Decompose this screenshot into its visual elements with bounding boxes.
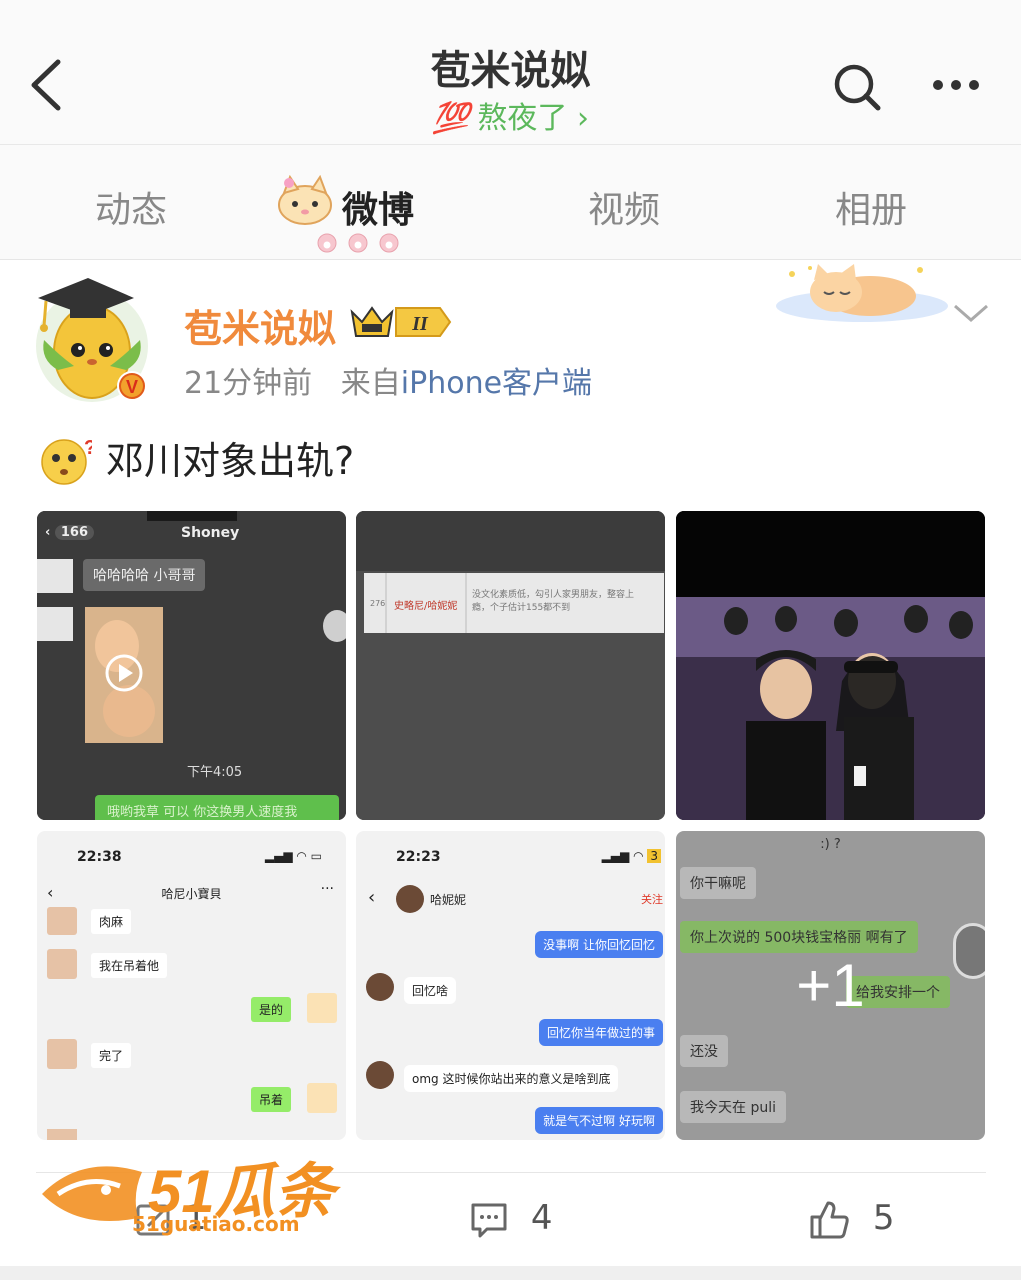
avatar	[47, 1039, 77, 1069]
more-images-count: +1	[796, 952, 865, 1019]
chat-back-count: ‹ 166	[45, 525, 95, 540]
svg-text:V: V	[126, 377, 138, 397]
status-icons: ▂▄▆ ◠ ▭	[264, 849, 322, 863]
post-image-3[interactable]	[676, 511, 985, 820]
nightclub-photo	[676, 511, 985, 820]
crown-level: II	[411, 313, 429, 335]
chat-bubble: 我在吊着他	[91, 953, 168, 978]
chat-bubble: 我今天在 puli	[680, 1091, 786, 1123]
watermark-url: 51guatiao.com	[132, 1212, 300, 1236]
cat-sticker-icon	[278, 175, 332, 225]
post-image-5[interactable]: 22:23 ▂▄▆ ◠ 3 ‹ 哈妮妮 关注 没事啊 让你回忆回忆 回忆啥 回忆…	[356, 831, 665, 1140]
crown-badge-icon: II	[350, 306, 452, 337]
chevron-down-icon[interactable]	[952, 300, 990, 326]
post-source[interactable]: iPhone客户端	[401, 366, 592, 401]
tab-video[interactable]: 视频	[588, 181, 660, 233]
post-text: ? 邓川对象出轨?	[40, 430, 354, 486]
svg-text:?: ?	[84, 437, 92, 459]
hundred-points-icon: 💯	[432, 101, 470, 136]
post-text-body: 邓川对象出轨?	[106, 439, 355, 483]
chat-bubble: 吊着	[251, 1087, 292, 1112]
like-button[interactable]: 5	[808, 1198, 894, 1242]
chat-bubble: omg 这时候你站出来的意义是啥到底	[404, 1065, 619, 1092]
chat-title: :) ?	[820, 837, 841, 852]
chevron-right-icon: ›	[576, 101, 589, 136]
avatar	[47, 907, 77, 935]
table-desc-cell: 没文化素质低，勾引人家男朋友，整容上瘾，个子估计155都不到	[472, 590, 635, 613]
tab-dynamics[interactable]: 动态	[95, 181, 167, 233]
search-icon[interactable]	[832, 62, 882, 112]
avatar	[307, 993, 337, 1023]
avatar	[396, 885, 424, 913]
avatar[interactable]: V	[30, 270, 160, 410]
post-time: 21分钟前	[184, 366, 313, 401]
chat-bubble: 你上次说的 500块钱宝格丽 啊有了	[680, 921, 918, 953]
chat-bubble: 就是气不过啊 好玩啊	[535, 1107, 663, 1134]
more-options-icon: ···	[320, 881, 334, 897]
profile-tabs: 动态 微博 视频 相册	[0, 145, 1021, 260]
tab-weibo[interactable]: 微博	[342, 181, 414, 233]
chat-title: 哈尼小寶貝	[161, 887, 222, 901]
chat-bubble: 是的	[251, 997, 292, 1022]
bottom-separator	[0, 1266, 1021, 1280]
post-image-1[interactable]: ‹ 166 Shoney 哈哈哈哈 小哥哥 下午4:05 哦哟我草 可以 你这换…	[37, 511, 346, 820]
follow-button: 关注	[641, 893, 663, 906]
paw-prints-icon	[317, 233, 399, 253]
author-name[interactable]: 苞米说姒	[184, 298, 336, 353]
avatar	[47, 949, 77, 979]
table-name-cell: 史略尼/哈妮妮	[394, 601, 458, 612]
sleeping-cat-sticker-icon	[776, 264, 948, 322]
comment-button[interactable]: 4	[470, 1198, 552, 1242]
comment-count: 4	[530, 1198, 553, 1238]
more-options-icon[interactable]	[930, 70, 982, 100]
post-image-2[interactable]: 276 史略尼/哈妮妮 没文化素质低，勾引人家男朋友，整容上瘾，个子估计155都…	[356, 511, 665, 820]
status-time: 22:23	[396, 849, 441, 865]
chat-bubble: 哈哈哈哈 小哥哥	[83, 559, 206, 591]
status-time: 22:38	[77, 849, 122, 865]
post-image-4[interactable]: 22:38 ▂▄▆ ◠ ▭ ‹ 哈尼小寶貝 ··· 肉麻 我在吊着他 是的 完了…	[37, 831, 346, 1140]
avatar	[47, 1129, 77, 1140]
chat-bubble: 回忆你当年做过的事	[538, 1019, 663, 1046]
thinking-face-icon: ?	[41, 437, 92, 485]
thumbs-up-icon	[810, 1201, 849, 1238]
comment-icon	[471, 1203, 507, 1237]
chat-bubble: 回忆啥	[404, 977, 457, 1004]
chat-bubble: 完了	[91, 1043, 132, 1068]
tab-album[interactable]: 相册	[835, 181, 907, 233]
post-image-6[interactable]: :) ? 你干嘛呢 你上次说的 500块钱宝格丽 啊有了 给我安排一个 还没 我…	[676, 831, 985, 1140]
chat-bubble: 还没	[680, 1035, 728, 1067]
status-icons: ▂▄▆ ◠ 3	[602, 849, 661, 863]
avatar	[307, 1083, 337, 1113]
back-arrow-icon: ‹	[368, 887, 376, 908]
avatar	[366, 1061, 394, 1089]
post-meta: 21分钟前 来自iPhone客户端	[184, 358, 592, 402]
like-count: 5	[872, 1198, 895, 1238]
avatar	[366, 973, 394, 1001]
status-text: 熬夜了	[477, 101, 568, 136]
table-row-id: 276	[370, 599, 386, 608]
chat-contact-name: 哈妮妮	[430, 893, 467, 907]
chat-bubble: 肉麻	[91, 909, 132, 934]
source-prefix: 来自	[340, 366, 401, 401]
chat-bubble: 你干嘛呢	[680, 867, 756, 899]
chat-bubble: 没事啊 让你回忆回忆	[535, 931, 663, 958]
top-nav-bar: 苞米说姒 💯 熬夜了 ›	[0, 0, 1021, 145]
blurry-photo-bg	[356, 511, 665, 820]
chat-bubble: 哦哟我草 可以 你这换男人速度我	[107, 805, 298, 820]
chat-time: 下午4:05	[187, 765, 243, 780]
chat-contact-name: Shoney	[181, 525, 240, 541]
